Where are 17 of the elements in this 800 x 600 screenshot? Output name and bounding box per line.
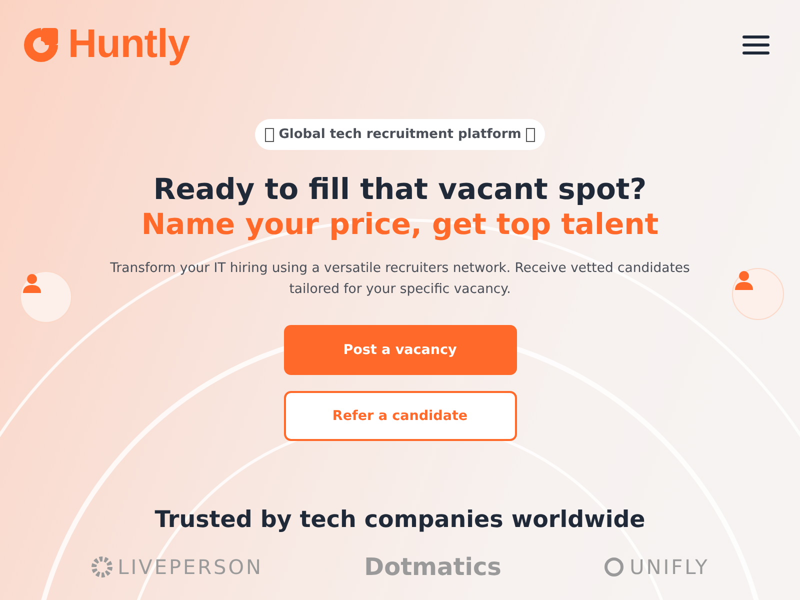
hero-description: Transform your IT hiring using a versatile recruiters network. Receive vetted candidates tailored for your specific vacancy. xyxy=(109,260,691,299)
circle-logo-icon xyxy=(602,556,625,578)
menu-icon xyxy=(742,34,770,56)
company-logo-text: UNIFLY xyxy=(630,555,710,579)
hero-title: Ready to fill that vacant spot? xyxy=(153,172,647,206)
gear-icon xyxy=(90,556,113,578)
company-logo-text: Dotmatics xyxy=(364,555,502,579)
refer-candidate-button[interactable]: Refer a candidate xyxy=(284,391,516,441)
person-icon xyxy=(732,268,784,320)
tagline-badge: Global tech recruitment platform xyxy=(254,119,546,150)
trusted-heading: Trusted by tech companies worldwide xyxy=(154,507,646,533)
company-logo-text: LIVEPERSON xyxy=(118,555,263,579)
logo-text: Huntly xyxy=(68,22,190,67)
post-vacancy-button[interactable]: Post a vacancy xyxy=(284,325,516,375)
missing-glyph-icon xyxy=(264,128,274,142)
missing-glyph-icon xyxy=(526,128,536,142)
hero-subtitle: Name your price, get top talent xyxy=(141,206,659,242)
